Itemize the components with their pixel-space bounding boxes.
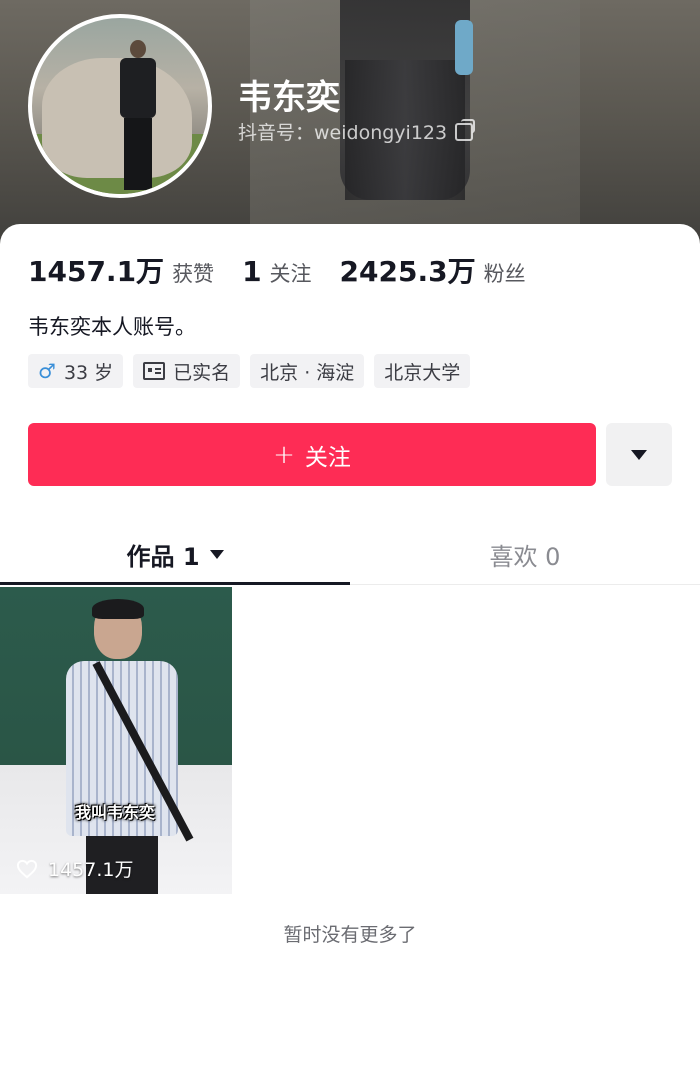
male-icon: ♂ (38, 359, 56, 383)
stat-likes-value: 1457.1万 (28, 255, 165, 288)
stat-followers[interactable]: 2425.3万 粉丝 (340, 250, 526, 290)
plus-icon: + (273, 439, 295, 470)
profile-bio: 韦东奕本人账号。 (28, 315, 196, 339)
tab-works-label: 作品 1 (126, 542, 200, 571)
douyin-id-text: 抖音号：weidongyi123 (238, 122, 448, 144)
video-caption: 我叫韦东奕 (75, 803, 156, 822)
tab-likes-label: 喜欢 0 (489, 542, 561, 571)
tag-school[interactable]: 北京大学 (374, 354, 471, 388)
copy-icon[interactable] (455, 118, 476, 141)
content-tabs: 作品 1 喜欢 0 (0, 524, 700, 585)
profile-name: 韦东奕 (238, 78, 340, 118)
tag-verified[interactable]: 已实名 (133, 354, 241, 388)
tag-school-text: 北京大学 (384, 361, 461, 384)
avatar[interactable] (28, 14, 212, 198)
profile-tags: ♂ 33 岁 已实名 北京 · 海淀 北京大学 (28, 354, 471, 388)
stat-following-value: 1 (242, 255, 262, 288)
tag-age-text: 33 岁 (63, 361, 114, 384)
more-options-button[interactable] (606, 423, 672, 486)
video-likes-count: 1457.1万 (48, 859, 134, 881)
stat-following[interactable]: 1 关注 (242, 255, 311, 288)
stat-likes[interactable]: 1457.1万 获赞 (28, 250, 214, 290)
profile-card: 1457.1万 获赞 1 关注 2425.3万 粉丝 韦东奕本人账号。 ♂ 33… (0, 224, 700, 1090)
tag-location-text: 北京 · 海淀 (260, 361, 355, 384)
tab-likes[interactable]: 喜欢 0 (350, 524, 700, 584)
video-thumbnail[interactable]: 我叫韦东奕 1457.1万 (0, 587, 232, 894)
stat-followers-label: 粉丝 (483, 262, 526, 286)
no-more-content-text: 暂时没有更多了 (283, 924, 417, 946)
tag-location[interactable]: 北京 · 海淀 (250, 354, 365, 388)
video-likes: 1457.1万 (16, 855, 133, 882)
heart-icon (16, 859, 38, 878)
stat-following-label: 关注 (269, 262, 312, 286)
tag-age: ♂ 33 岁 (28, 354, 124, 388)
profile-header-background: 韦东奕 抖音号：weidongyi123 (0, 0, 700, 260)
follow-button-label: 关注 (304, 444, 351, 471)
chevron-down-icon (631, 449, 647, 460)
tag-verified-text: 已实名 (173, 361, 231, 384)
follow-button[interactable]: + 关注 (28, 423, 596, 486)
tab-works[interactable]: 作品 1 (0, 524, 350, 585)
stat-likes-label: 获赞 (172, 262, 215, 286)
caret-down-icon (209, 549, 224, 559)
id-card-icon (143, 362, 166, 380)
profile-stats: 1457.1万 获赞 1 关注 2425.3万 粉丝 (28, 250, 554, 290)
active-tab-indicator (0, 582, 350, 585)
douyin-id[interactable]: 抖音号：weidongyi123 (238, 118, 476, 145)
stat-followers-value: 2425.3万 (339, 255, 476, 288)
